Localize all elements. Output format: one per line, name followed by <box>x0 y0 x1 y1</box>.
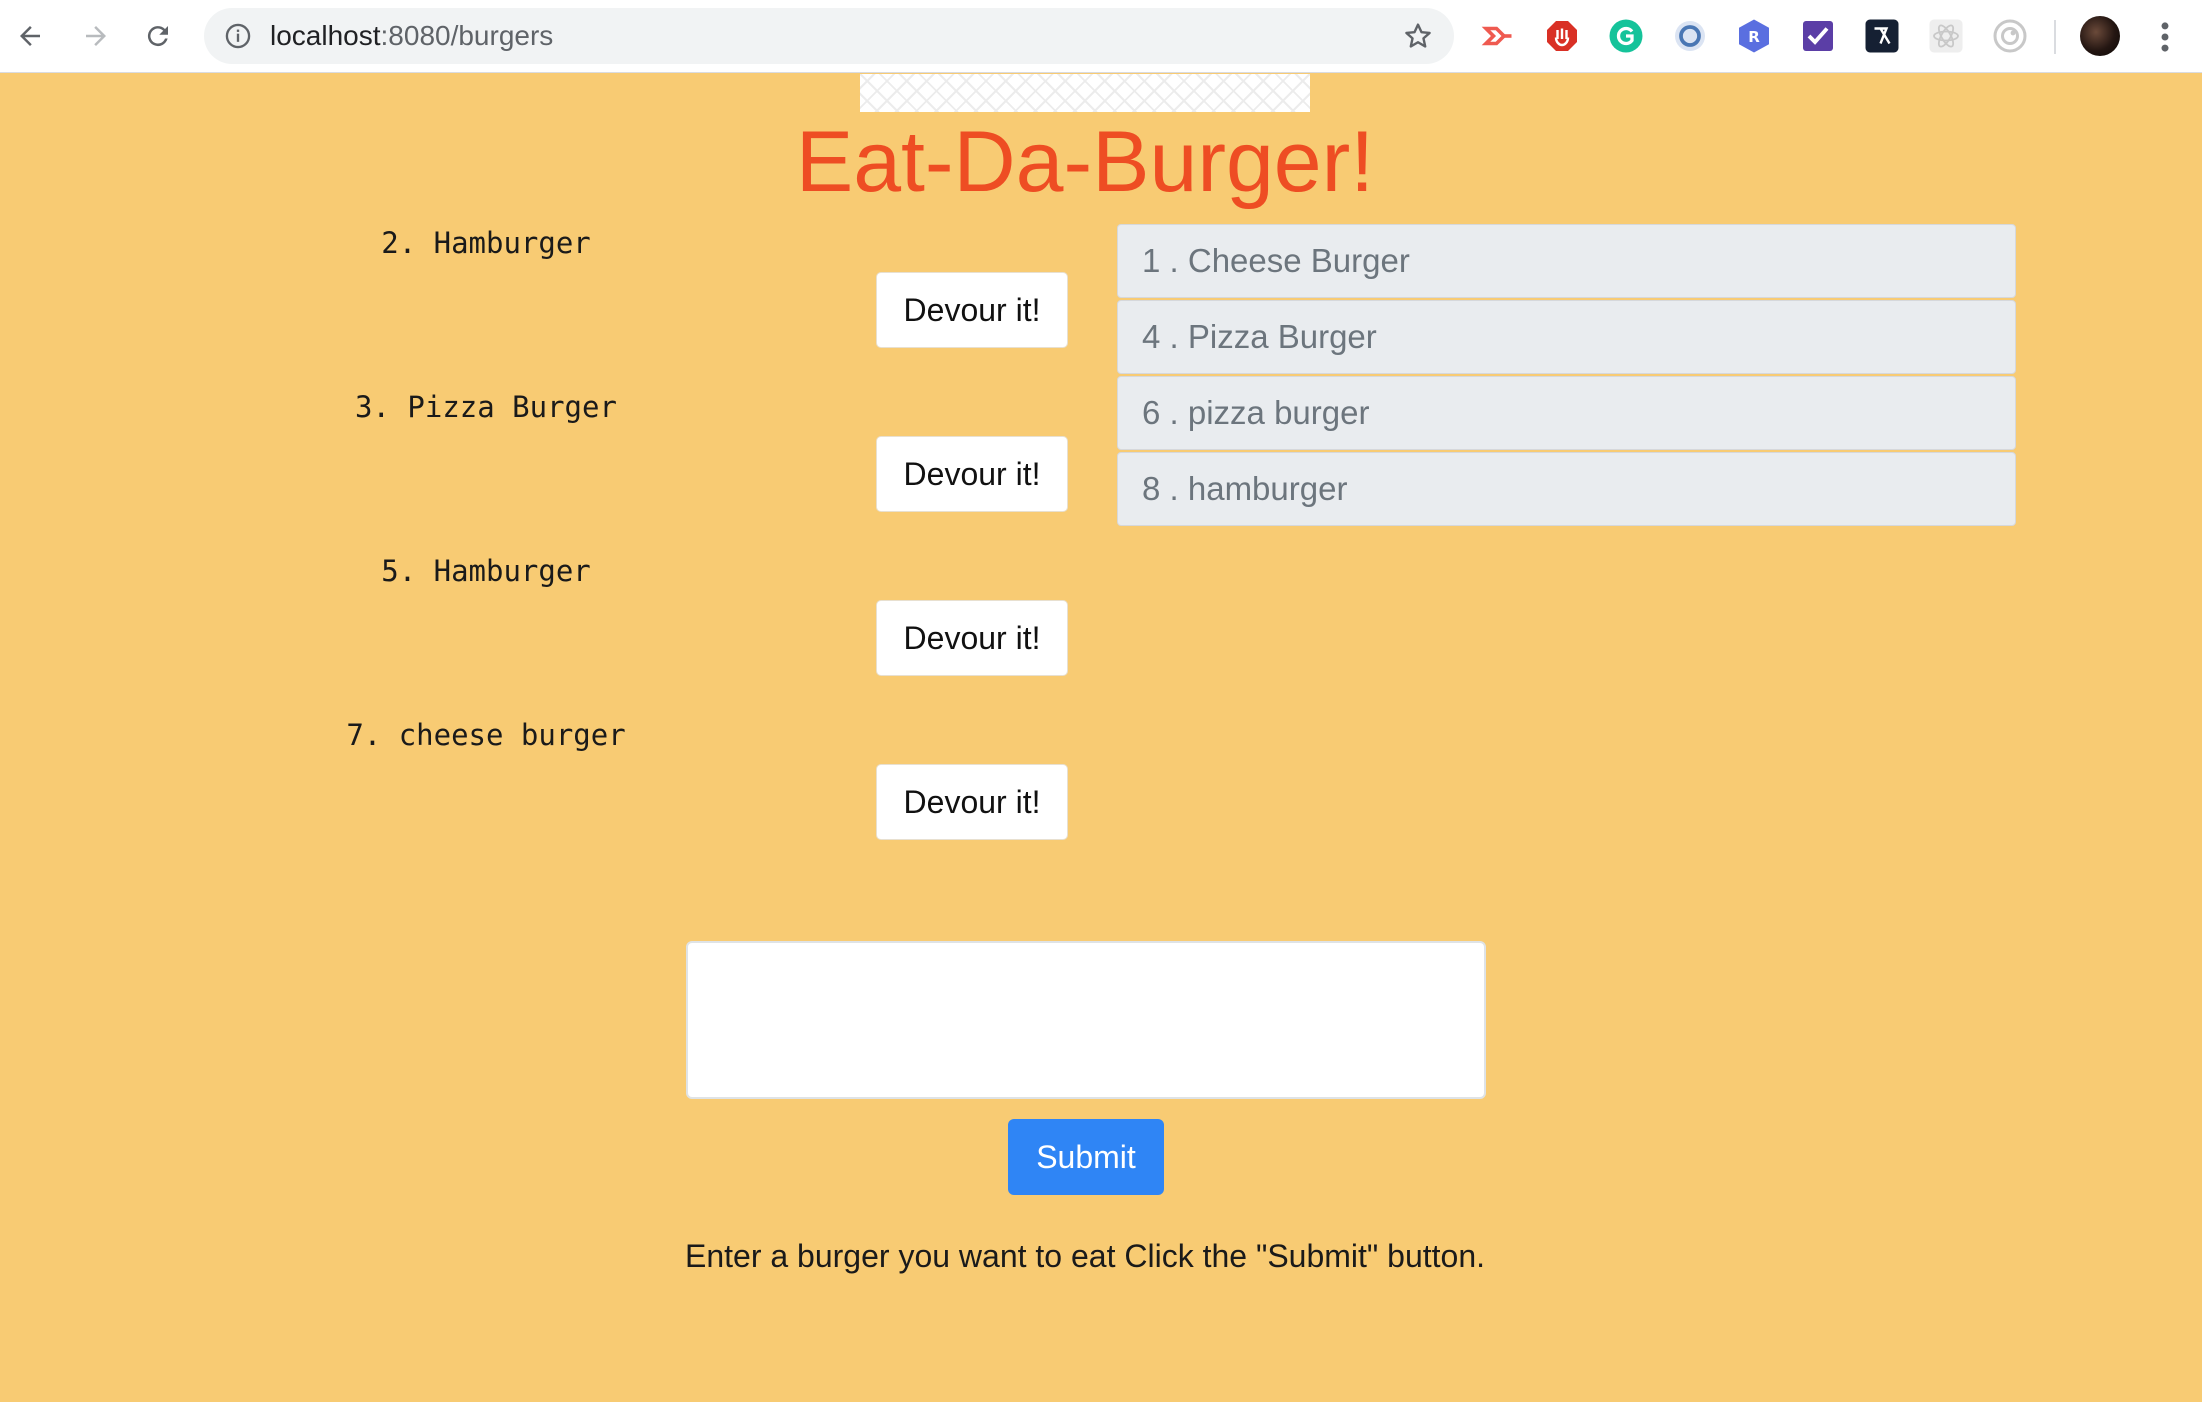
toolbar-separator <box>2054 20 2056 54</box>
burger-item-name: 7. cheese burger <box>346 718 626 752</box>
devoured-item: 8 . hamburger <box>1117 452 2016 526</box>
arrow-right-icon <box>86 26 106 46</box>
devoured-item: 4 . Pizza Burger <box>1117 300 2016 374</box>
browser-toolbar: localhost:8080/burgers R <box>0 0 2202 73</box>
burger-item-name: 2. Hamburger <box>381 226 591 260</box>
grammarly-icon[interactable] <box>1606 16 1646 56</box>
more-menu-icon[interactable] <box>2150 18 2180 56</box>
profile-avatar[interactable] <box>2080 16 2120 56</box>
address-bar[interactable]: localhost:8080/burgers <box>204 8 1454 64</box>
devoured-item: 1 . Cheese Burger <box>1117 224 2016 298</box>
header-image <box>860 74 1310 112</box>
bookmark-star-icon[interactable] <box>1402 20 1434 52</box>
burger-item-name: 5. Hamburger <box>381 554 591 588</box>
reload-button[interactable] <box>134 12 182 60</box>
todo-icon[interactable] <box>1798 16 1838 56</box>
r-icon[interactable]: R <box>1734 16 1774 56</box>
instructions-text: Enter a burger you want to eat Click the… <box>684 1238 1486 1274</box>
devour-button[interactable]: Devour it! <box>876 272 1068 348</box>
devour-button[interactable]: Devour it! <box>876 600 1068 676</box>
devoured-item: 6 . pizza burger <box>1117 376 2016 450</box>
url-host: localhost <box>270 20 381 51</box>
devour-button[interactable]: Devour it! <box>876 764 1068 840</box>
devoured-list: 1 . Cheese Burger 4 . Pizza Burger 6 . p… <box>1117 224 2016 528</box>
back-button[interactable] <box>6 12 54 60</box>
devour-button[interactable]: Devour it! <box>876 436 1068 512</box>
extension-icon[interactable] <box>1670 16 1710 56</box>
page-title: Eat-Da-Burger! <box>795 114 1375 210</box>
svg-text:R: R <box>1748 28 1760 46</box>
burger-input[interactable] <box>686 941 1486 1099</box>
forward-button[interactable] <box>72 12 120 60</box>
devtools-icon[interactable] <box>1862 16 1902 56</box>
reload-icon <box>147 26 168 47</box>
arrow-left-icon <box>20 26 40 46</box>
url-path: :8080/burgers <box>380 20 554 51</box>
cast-icon[interactable] <box>1478 16 1518 56</box>
adblock-icon[interactable] <box>1542 16 1582 56</box>
submit-button[interactable]: Submit <box>1008 1119 1164 1195</box>
react-icon[interactable] <box>1926 16 1966 56</box>
target-icon[interactable] <box>1990 16 2030 56</box>
info-icon[interactable] <box>224 22 252 50</box>
burger-item-name: 3. Pizza Burger <box>355 390 617 424</box>
url-text: localhost:8080/burgers <box>270 8 553 64</box>
